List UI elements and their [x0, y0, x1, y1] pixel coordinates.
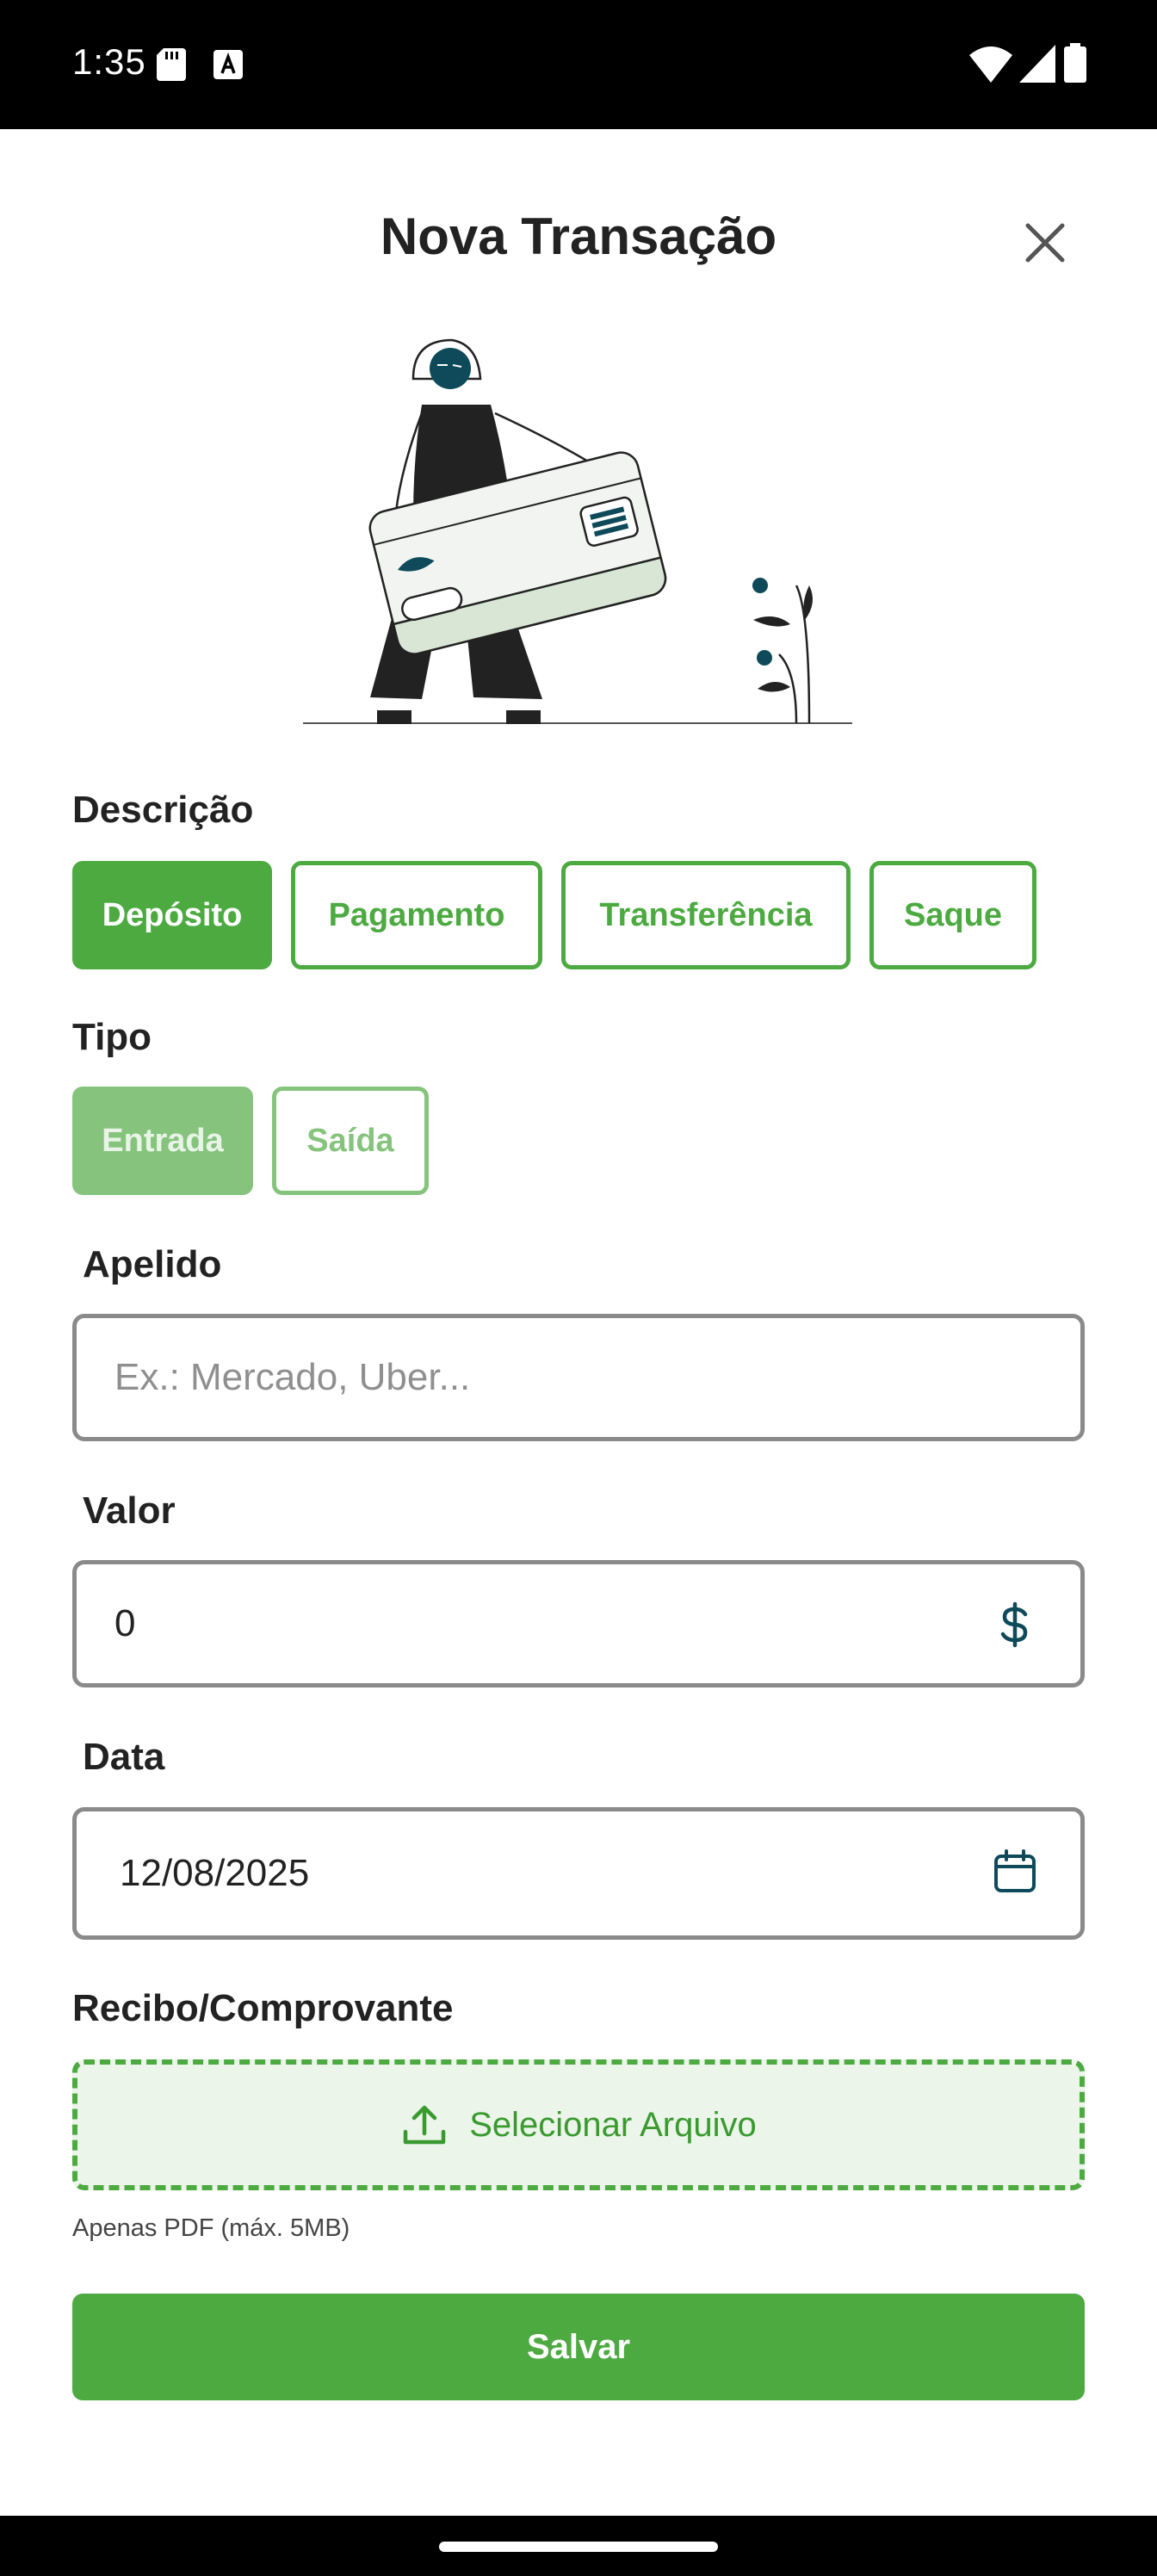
upload-label: Selecionar Arquivo [469, 2105, 757, 2144]
chip-deposito[interactable]: Depósito [72, 861, 272, 969]
battery-icon [1064, 43, 1086, 83]
valor-label: Valor [83, 1489, 176, 1532]
status-bar: 1:35 [0, 0, 1157, 129]
page-title: Nova Transação [380, 207, 777, 265]
valor-input[interactable]: 0 [72, 1560, 1085, 1687]
descricao-label: Descrição [72, 789, 254, 831]
sd-card-icon [157, 48, 186, 81]
close-icon[interactable] [1018, 215, 1073, 270]
chip-saque[interactable]: Saque [869, 861, 1036, 969]
chip-entrada[interactable]: Entrada [72, 1087, 253, 1195]
font-a-icon [213, 50, 243, 79]
status-time: 1:35 [72, 41, 146, 82]
data-value: 12/08/2025 [120, 1852, 310, 1894]
home-indicator[interactable] [439, 2542, 718, 2552]
calendar-icon[interactable] [991, 1848, 1039, 1896]
valor-value: 0 [114, 1602, 136, 1644]
apelido-label: Apelido [83, 1243, 222, 1285]
tipo-label: Tipo [72, 1016, 152, 1058]
upload-file-button[interactable]: Selecionar Arquivo [72, 2059, 1085, 2190]
apelido-input[interactable]: Ex.: Mercado, Uber... [72, 1314, 1085, 1441]
upload-hint: Apenas PDF (máx. 5MB) [72, 2214, 350, 2242]
data-input[interactable]: 12/08/2025 [72, 1807, 1085, 1940]
chip-pagamento[interactable]: Pagamento [291, 861, 542, 969]
upload-icon [403, 2105, 446, 2145]
signal-icon [1019, 45, 1055, 83]
chip-transferencia[interactable]: Transferência [561, 861, 851, 969]
descricao-options: Depósito Pagamento Transferência Saque [72, 861, 1036, 969]
wifi-icon [969, 46, 1012, 83]
card-illustration [303, 338, 852, 724]
data-label: Data [83, 1736, 165, 1778]
recibo-label: Recibo/Comprovante [72, 1987, 454, 2029]
chip-saida[interactable]: Saída [272, 1087, 429, 1195]
dollar-icon [1000, 1601, 1028, 1648]
apelido-placeholder: Ex.: Mercado, Uber... [114, 1356, 471, 1398]
save-button[interactable]: Salvar [72, 2294, 1085, 2400]
tipo-options: Entrada Saída [72, 1087, 429, 1195]
